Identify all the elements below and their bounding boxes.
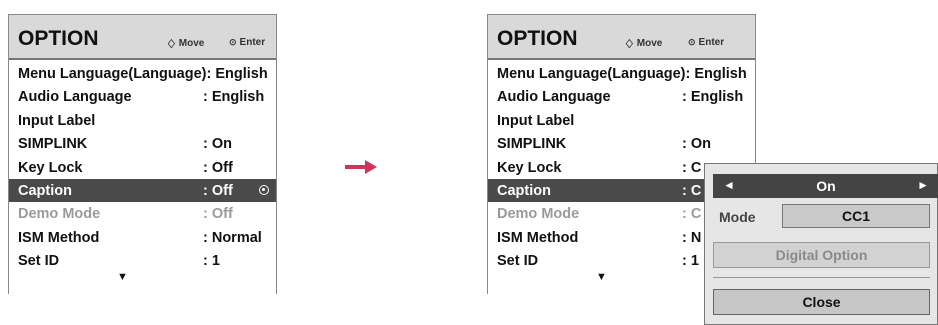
move-icon: ♢ (624, 37, 635, 51)
option-menu-panel: OPTION ♢ Move ⊙ Enter Menu Language(Langua… (8, 14, 277, 294)
digital-option-button[interactable]: Digital Option (713, 242, 930, 268)
menu-item-label: Set ID (18, 253, 60, 270)
close-button[interactable]: Close (713, 289, 930, 315)
enter-icon: ⊙ (688, 37, 696, 47)
enter-hint: ⊙ Enter (229, 37, 265, 48)
move-hint: ♢ Move (166, 37, 204, 51)
menu-item-value: : Off (203, 206, 233, 223)
menu-item-label: Caption (497, 182, 551, 199)
menu-item-value: : C (682, 159, 702, 176)
menu-item-label: Menu Language(Language): English (497, 66, 747, 82)
menu-item-value: : C (682, 182, 702, 199)
menu-item-value: : Off (203, 182, 233, 199)
menu-item-label: Key Lock (497, 159, 562, 176)
menu-item-caption[interactable]: Caption : Off (9, 178, 276, 203)
menu-item-value: : Normal (203, 229, 262, 246)
menu-item-simplink[interactable]: SIMPLINK : On (9, 132, 276, 155)
menu-item-value: : Off (203, 159, 233, 176)
menu-item-value: : English (682, 89, 744, 106)
move-hint-label: Move (178, 38, 205, 49)
menu-item-value: : English (203, 89, 265, 106)
menu-item-label: Key Lock (18, 159, 83, 176)
menu-item-label: Caption (18, 182, 72, 199)
menu-item-value: : On (203, 136, 232, 153)
caption-on-off-selector[interactable]: ◄ On ► (713, 174, 938, 198)
right-arrow-icon[interactable]: ► (917, 178, 929, 192)
divider (713, 277, 930, 278)
enter-hint-label: Enter (239, 37, 266, 48)
scroll-down-icon[interactable]: ▼ (596, 271, 607, 283)
caption-popup: ◄ On ► Mode CC1 Digital Option Close (704, 163, 938, 325)
menu-item-demo-mode: Demo Mode : Off (9, 202, 276, 225)
menu-item-input-label[interactable]: Input Label (9, 109, 276, 132)
menu-item-value: : On (682, 136, 711, 153)
menu-item-value: : C (682, 206, 702, 223)
menu-title: OPTION (497, 27, 578, 50)
menu-item-label: SIMPLINK (497, 136, 567, 153)
mode-select[interactable]: CC1 (782, 204, 930, 228)
option-list: Menu Language(Language): English Audio L… (9, 62, 276, 273)
menu-item-audio-language[interactable]: Audio Language : English (488, 85, 755, 108)
menu-item-menu-language[interactable]: Menu Language(Language): English (9, 62, 276, 85)
menu-item-menu-language[interactable]: Menu Language(Language): English (488, 62, 755, 85)
caption-value: On (816, 178, 836, 194)
menu-item-value: : N (682, 229, 702, 246)
menu-item-set-id[interactable]: Set ID : 1 (9, 249, 276, 272)
right-arrow-icon (345, 160, 377, 174)
mode-label: Mode (719, 209, 756, 225)
scroll-down-icon[interactable]: ▼ (117, 271, 128, 283)
menu-item-value: : 1 (203, 253, 220, 270)
menu-item-input-label[interactable]: Input Label (488, 109, 755, 132)
menu-item-label: Input Label (18, 112, 96, 129)
enter-hint-label: Enter (698, 37, 725, 48)
menu-item-value: : 1 (682, 253, 699, 270)
menu-header: OPTION ♢ Move ⊙ Enter (9, 15, 276, 60)
menu-item-label: Demo Mode (497, 206, 580, 223)
menu-item-label: SIMPLINK (18, 136, 88, 153)
menu-header: OPTION ♢ Move ⊙ Enter (488, 15, 755, 60)
menu-item-label: Input Label (497, 112, 575, 129)
menu-item-label: ISM Method (18, 229, 100, 246)
move-icon: ♢ (166, 37, 177, 51)
menu-item-audio-language[interactable]: Audio Language : English (9, 85, 276, 108)
menu-item-label: Audio Language (18, 89, 132, 106)
menu-item-label: ISM Method (497, 229, 579, 246)
move-hint: ♢ Move (624, 37, 662, 51)
menu-item-label: Menu Language(Language): English (18, 66, 268, 82)
enter-hint: ⊙ Enter (688, 37, 724, 48)
menu-item-simplink[interactable]: SIMPLINK : On (488, 132, 755, 155)
enter-icon: ⊙ (229, 37, 237, 47)
menu-item-ism-method[interactable]: ISM Method : Normal (9, 226, 276, 249)
menu-item-label: Demo Mode (18, 206, 101, 223)
menu-item-key-lock[interactable]: Key Lock : Off (9, 156, 276, 179)
menu-item-label: Set ID (497, 253, 539, 270)
move-hint-label: Move (636, 38, 663, 49)
menu-item-label: Audio Language (497, 89, 611, 106)
enter-radio-icon (259, 184, 269, 195)
menu-title: OPTION (18, 27, 99, 50)
